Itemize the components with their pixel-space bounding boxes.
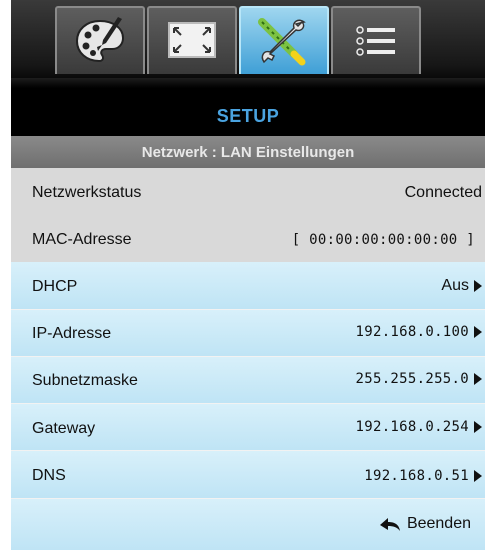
- exit-label: Beenden: [406, 515, 471, 532]
- tab-setup[interactable]: [239, 6, 329, 74]
- dns-control[interactable]: 192.168.0.51: [364, 468, 482, 484]
- tab-options[interactable]: [331, 6, 421, 74]
- return-arrow-icon: [379, 518, 400, 531]
- right-arrow-icon[interactable]: [474, 326, 482, 338]
- screen-resize-icon: [168, 22, 216, 58]
- osd-menu: SETUP Netzwerk : LAN Einstellungen Netzw…: [11, 0, 485, 550]
- ip-address-value: 192.168.0.100: [355, 324, 469, 340]
- row-dhcp[interactable]: DHCP Aus: [11, 262, 485, 309]
- menu-header: SETUP: [11, 88, 485, 136]
- exit-button[interactable]: Beenden: [379, 515, 471, 533]
- submenu-title: Netzwerk : LAN Einstellungen: [141, 144, 355, 161]
- submenu-header: Netzwerk : LAN Einstellungen: [11, 136, 485, 168]
- right-arrow-icon[interactable]: [474, 373, 482, 385]
- row-network-status: Netzwerkstatus Connected: [11, 168, 485, 215]
- mac-address-label: MAC-Adresse: [32, 231, 132, 248]
- network-status-label: Netzwerkstatus: [32, 184, 142, 201]
- row-gateway[interactable]: Gateway 192.168.0.254: [11, 404, 485, 450]
- mac-address-value: [ 00:00:00:00:00:00 ]: [291, 232, 475, 248]
- right-arrow-icon[interactable]: [474, 421, 482, 433]
- dhcp-value: Aus: [441, 277, 469, 294]
- dns-value: 192.168.0.51: [364, 468, 469, 484]
- row-exit[interactable]: Beenden: [11, 499, 485, 550]
- subnet-mask-value: 255.255.255.0: [355, 371, 469, 387]
- ip-address-label: IP-Adresse: [32, 325, 112, 342]
- list-icon: [356, 26, 395, 56]
- right-arrow-icon[interactable]: [474, 470, 482, 482]
- row-dns[interactable]: DNS 192.168.0.51: [11, 451, 485, 498]
- tab-display[interactable]: [147, 6, 237, 74]
- palette-icon: [75, 17, 125, 63]
- network-status-value: Connected: [404, 184, 482, 201]
- gateway-label: Gateway: [32, 420, 96, 437]
- dns-label: DNS: [32, 467, 66, 484]
- row-ip-address[interactable]: IP-Adresse 192.168.0.100: [11, 310, 485, 356]
- dhcp-label: DHCP: [32, 278, 78, 295]
- row-subnet-mask[interactable]: Subnetzmaske 255.255.255.0: [11, 357, 485, 403]
- tab-image[interactable]: [55, 6, 145, 74]
- dhcp-control[interactable]: Aus: [441, 277, 482, 295]
- gateway-value: 192.168.0.254: [355, 419, 469, 435]
- gateway-control[interactable]: 192.168.0.254: [356, 419, 482, 435]
- ip-address-control[interactable]: 192.168.0.100: [356, 324, 482, 340]
- row-mac-address: MAC-Adresse [ 00:00:00:00:00:00 ]: [11, 215, 485, 262]
- tools-icon: [258, 18, 306, 66]
- subnet-mask-control[interactable]: 255.255.255.0: [356, 371, 482, 387]
- menu-title: SETUP: [216, 106, 280, 126]
- tab-bar: [11, 0, 485, 88]
- subnet-mask-label: Subnetzmaske: [32, 372, 138, 389]
- right-arrow-icon[interactable]: [474, 280, 482, 292]
